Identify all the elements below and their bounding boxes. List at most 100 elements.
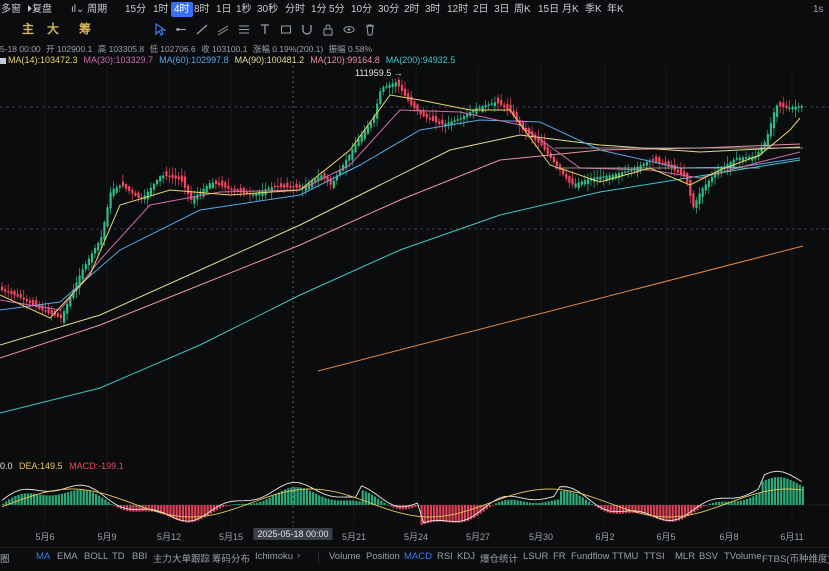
- macd-histogram-bar: [79, 489, 82, 505]
- main-indicator-tab[interactable]: BBI: [132, 551, 147, 562]
- main-indicator-tab[interactable]: TD: [112, 551, 125, 562]
- macd-histogram-bar: [271, 496, 274, 505]
- macd-histogram-bar: [572, 492, 575, 505]
- macd-histogram-bar: [494, 503, 498, 505]
- candle-body: [280, 183, 283, 188]
- macd-histogram-bar: [690, 505, 693, 515]
- sub-indicator-tab[interactable]: Volume: [329, 551, 361, 562]
- candle-body: [193, 197, 196, 204]
- macd-histogram-bar: [767, 478, 770, 505]
- candle-body: [487, 104, 490, 106]
- sub-indicator-tab[interactable]: KDJ: [457, 551, 475, 562]
- macd-histogram-bar: [308, 490, 312, 505]
- macd-histogram-bar: [110, 504, 113, 505]
- macd-histogram-bar: [352, 500, 355, 505]
- sub-indicator-tab[interactable]: Position: [366, 551, 400, 562]
- sub-indicator-tab[interactable]: MLR: [675, 551, 695, 562]
- sub-indicator-tab[interactable]: TTMU: [612, 551, 638, 562]
- candle-body: [32, 299, 35, 306]
- macd-histogram-bar: [491, 505, 494, 506]
- macd-histogram-bar: [85, 490, 88, 505]
- candle-body: [431, 115, 435, 121]
- candle-body: [438, 121, 441, 125]
- candle-body: [298, 184, 301, 188]
- candle-body: [413, 101, 416, 109]
- macd-histogram-bar: [423, 505, 426, 524]
- macd-histogram-bar: [315, 493, 318, 505]
- candle-body: [655, 156, 658, 163]
- macd-histogram-bar: [113, 505, 116, 507]
- kline-chart[interactable]: 111959.5 →: [0, 0, 829, 571]
- sub-indicator-tab[interactable]: TTSI: [644, 551, 665, 562]
- candle-body: [94, 248, 97, 254]
- candle-body: [571, 178, 574, 185]
- candle-body: [84, 264, 87, 270]
- sub-indicator-tab[interactable]: MACD: [404, 551, 432, 562]
- candle-body: [490, 103, 493, 105]
- macd-histogram-bar: [426, 505, 429, 524]
- macd-histogram-bar: [773, 477, 777, 505]
- macd-histogram-bar: [36, 494, 39, 505]
- macd-histogram-bar: [277, 492, 281, 505]
- sub-indicator-tab[interactable]: LSUR: [523, 551, 548, 562]
- candle-body: [475, 107, 478, 115]
- macd-histogram-bar: [581, 497, 584, 505]
- candle-body: [152, 183, 156, 190]
- macd-histogram-bar: [14, 495, 17, 505]
- sub-indicator-tab[interactable]: TVolume: [724, 551, 762, 562]
- sub-indicator-tab[interactable]: BSV: [699, 551, 718, 562]
- macd-histogram-bar: [147, 505, 150, 512]
- macd-histogram-bar: [358, 501, 361, 505]
- candle-body: [103, 222, 106, 240]
- macd-histogram-bar: [209, 505, 212, 514]
- macd-histogram-bar: [609, 505, 612, 514]
- candle-body: [466, 114, 469, 118]
- sub-indicator-tab[interactable]: Fundflow: [571, 551, 610, 562]
- candle-body: [190, 191, 193, 200]
- indicator-tabs: 圈 MA EMA BOLL TD BBI 主力大单跟踪 筹码分布 Ichimoku › Volum…: [0, 547, 829, 565]
- macd-histogram-bar: [749, 497, 752, 505]
- macd-histogram-bar: [184, 505, 188, 523]
- macd-histogram-bar: [57, 494, 60, 505]
- candle-body: [252, 194, 255, 196]
- candle-body: [22, 297, 25, 300]
- candle-body: [769, 123, 772, 137]
- candle-body: [698, 193, 701, 204]
- macd-histogram-bar: [364, 491, 367, 505]
- macd-histogram-bar: [95, 493, 98, 505]
- macd-histogram-bar: [569, 491, 572, 505]
- macd-histogram-bar: [702, 505, 705, 507]
- macd-histogram-bar: [739, 500, 742, 505]
- macd-histogram-bar: [711, 502, 715, 505]
- main-indicator-tab[interactable]: 主力大单跟踪: [153, 551, 210, 565]
- candle-body: [28, 300, 32, 304]
- candle-body: [50, 309, 53, 315]
- candle-body: [218, 182, 221, 186]
- main-indicator-tab[interactable]: 筹码分布: [212, 551, 250, 565]
- macd-histogram-bar: [386, 504, 389, 506]
- candle-body: [366, 126, 369, 134]
- candle-body: [497, 97, 500, 104]
- main-indicator-tab[interactable]: BOLL: [84, 551, 108, 562]
- candle-body: [400, 85, 404, 92]
- main-indicator-tab[interactable]: Ichimoku: [255, 551, 293, 562]
- indicator-settings-tab[interactable]: 圈: [0, 551, 10, 565]
- macd-histogram-bar: [101, 497, 104, 505]
- macd-histogram-bar: [324, 497, 327, 505]
- candle-body: [462, 116, 466, 120]
- candle-body: [435, 116, 438, 123]
- sub-indicator-tab[interactable]: FR: [553, 551, 566, 562]
- candle-body: [273, 185, 276, 188]
- sub-indicator-tab[interactable]: FTBS(币种维度): [762, 551, 829, 565]
- candle-body: [596, 177, 599, 180]
- candle-body: [112, 188, 115, 196]
- sub-indicator-tab[interactable]: 爆仓统计: [480, 551, 518, 565]
- candle-body: [156, 180, 159, 185]
- macd-histogram-bar: [290, 487, 293, 505]
- main-indicator-tab[interactable]: EMA: [57, 551, 78, 562]
- chevron-right-icon[interactable]: ›: [297, 550, 300, 561]
- sub-indicator-tab[interactable]: RSI: [437, 551, 453, 562]
- macd-histogram-bar: [758, 493, 761, 505]
- macd-histogram-bar: [2, 503, 5, 505]
- main-indicator-tab[interactable]: MA: [36, 551, 50, 562]
